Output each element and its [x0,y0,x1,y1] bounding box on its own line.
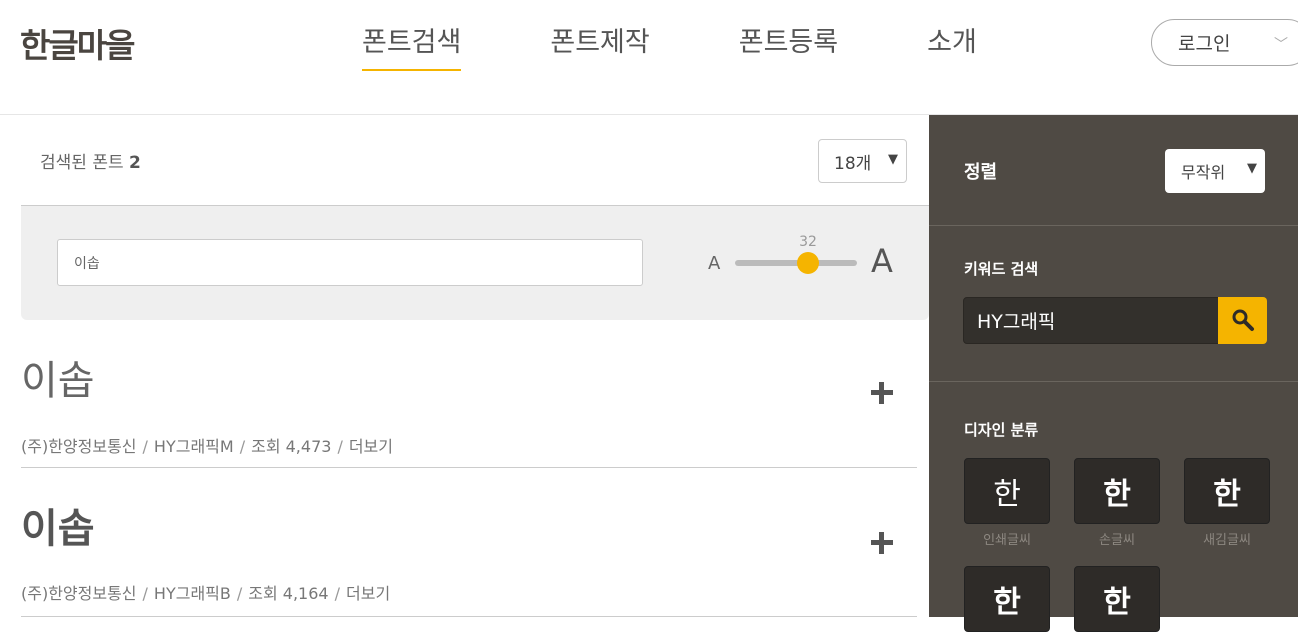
category-button[interactable]: 한 [1074,566,1160,632]
category-button[interactable]: 한 [964,566,1050,632]
category-handwriting-button[interactable]: 한 [1074,458,1160,524]
category-name: 새김글씨 [1203,533,1251,548]
nav-about[interactable]: 소개 [927,20,977,69]
result-count-value: 2 [129,153,141,173]
font-sample-text: 이솝 [21,506,95,552]
font-views: 조회 4,473 [251,437,332,456]
font-more-link[interactable]: 더보기 [346,584,390,603]
add-font-button[interactable] [871,532,893,554]
font-list-item[interactable]: 이솝 (주)한양정보통신 / HY그래픽M / 조회 4,473/더보기 [21,348,917,468]
site-logo[interactable]: 한글마을 [20,22,135,65]
size-slider-value: 32 [799,234,817,250]
search-icon [1232,309,1254,331]
keyword-search-input[interactable]: HY그래픽 [963,297,1219,344]
per-page-select[interactable]: 18개 ▼ [818,139,907,183]
font-name: HY그래픽B [153,584,231,603]
divider [929,225,1298,226]
font-meta: (주)한양정보통신 / HY그래픽B / 조회 4,164/더보기 [21,584,391,603]
font-more-link[interactable]: 더보기 [349,437,393,456]
keyword-label: 키워드 검색 [964,260,1039,278]
font-sample-text: 이솝 [21,358,95,404]
category-print-button[interactable]: 한 [964,458,1050,524]
chevron-down-icon: ▼ [888,152,898,167]
result-count: 검색된 폰트 2 [40,148,141,173]
font-company: (주)한양정보통신 [21,437,137,456]
font-company: (주)한양정보통신 [21,584,137,603]
category-glyph: 한 [1103,585,1131,620]
site-header: 한글마을 폰트검색 폰트제작 폰트등록 소개 로그인 ﹀ [0,0,1298,115]
category-name: 손글씨 [1099,533,1135,548]
category-glyph: 한 [993,585,1021,620]
size-slider-thumb[interactable] [797,252,819,274]
size-slider-track[interactable] [735,260,857,266]
nav-font-register[interactable]: 폰트등록 [739,20,838,69]
add-font-button[interactable] [871,382,893,404]
category-engraved-button[interactable]: 한 [1184,458,1270,524]
main-nav: 폰트검색 폰트제작 폰트등록 소개 [362,20,1066,71]
login-button[interactable]: 로그인 ﹀ [1151,19,1298,66]
result-count-label: 검색된 폰트 [40,153,124,173]
sort-label: 정렬 [964,162,998,183]
sort-select[interactable]: 무작위 ▼ [1165,149,1265,193]
divider [929,381,1298,382]
nav-font-search[interactable]: 폰트검색 [362,20,462,71]
filter-sidebar: 정렬 무작위 ▼ 키워드 검색 HY그래픽 디자인 분류 한 인쇄글씨 한 손글… [929,115,1298,632]
category-name: 인쇄글씨 [983,533,1031,548]
nav-font-make[interactable]: 폰트제작 [550,20,649,69]
font-meta: (주)한양정보통신 / HY그래픽M / 조회 4,473/더보기 [21,437,393,456]
category-glyph: 한 [1213,477,1241,512]
category-glyph: 한 [1103,477,1131,512]
preview-text-value: 이솝 [74,255,100,272]
font-name: HY그래픽M [153,437,234,456]
sort-value: 무작위 [1181,163,1226,182]
font-views: 조회 4,164 [248,584,329,603]
chevron-down-icon: ﹀ [1274,37,1288,53]
preview-bar: 이솝 A 32 A [21,206,929,320]
keyword-search-button[interactable] [1218,297,1267,344]
keyword-value: HY그래픽 [977,311,1056,333]
chevron-down-icon: ▼ [1247,161,1257,176]
login-label: 로그인 [1178,33,1231,55]
category-label: 디자인 분류 [964,421,1039,439]
category-glyph: 한 [993,477,1021,512]
size-small-label: A [708,253,721,274]
logo-text: 한글마을 [20,26,135,65]
size-large-label: A [871,242,893,280]
font-list-item[interactable]: 이솝 (주)한양정보통신 / HY그래픽B / 조회 4,164/더보기 [21,496,917,617]
preview-text-input[interactable]: 이솝 [57,239,643,286]
per-page-value: 18개 [834,153,872,174]
